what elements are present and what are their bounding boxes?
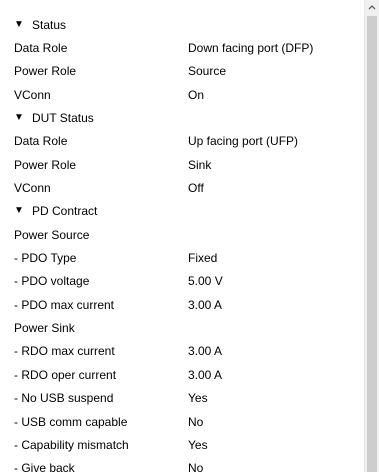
triangle-down-icon[interactable]: ▼ xyxy=(14,113,24,123)
group-power-sink-header: Power Sink xyxy=(0,316,365,339)
chevron-up-icon xyxy=(368,5,376,10)
property-value: Fixed xyxy=(188,251,218,266)
property-row: - PDO max current 3.00 A xyxy=(0,293,365,316)
section-title: PD Contract xyxy=(32,204,98,219)
property-row: - USB comm capable No xyxy=(0,410,365,433)
property-row: - RDO oper current 3.00 A xyxy=(0,363,365,386)
property-row: Data Role Up facing port (UFP) xyxy=(0,130,365,153)
property-key: - PDO Type xyxy=(14,251,77,266)
property-value: 3.00 A xyxy=(188,367,223,382)
property-value: No xyxy=(188,461,204,472)
property-key: VConn xyxy=(14,87,51,102)
property-key: Power Role xyxy=(14,157,77,172)
property-value: 3.00 A xyxy=(188,344,223,359)
scrollbar-thumb[interactable] xyxy=(367,16,377,472)
triangle-down-icon[interactable]: ▼ xyxy=(14,19,24,30)
section-title: Status xyxy=(32,17,67,32)
property-value: Yes xyxy=(188,437,208,452)
scroll-up-button[interactable] xyxy=(365,0,379,14)
property-value: 3.00 A xyxy=(188,297,223,312)
property-value: On xyxy=(188,87,205,102)
property-row: VConn On xyxy=(0,83,365,106)
property-key: - RDO oper current xyxy=(14,367,117,382)
property-value: Off xyxy=(188,181,204,196)
property-row: Power Role Sink xyxy=(0,153,365,176)
property-row: - Give back No xyxy=(0,457,365,472)
section-dut-status-header[interactable]: ▼ DUT Status xyxy=(0,106,365,129)
property-key: - USB comm capable xyxy=(14,414,128,429)
property-row: - PDO Type Fixed xyxy=(0,246,365,269)
property-row: VConn Off xyxy=(0,176,365,199)
property-tree: ▼ Status Data Role Down facing port (DFP… xyxy=(0,13,365,472)
property-value: Up facing port (UFP) xyxy=(188,134,299,149)
property-key: - PDO voltage xyxy=(14,274,90,289)
property-key: - RDO max current xyxy=(14,344,115,359)
group-title: Power Source xyxy=(14,227,90,242)
property-value: Yes xyxy=(188,391,208,406)
section-status-header[interactable]: ▼ Status xyxy=(0,13,365,36)
property-key: - Give back xyxy=(14,461,75,472)
property-row: Data Role Down facing port (DFP) xyxy=(0,36,365,59)
property-value: Sink xyxy=(188,157,212,172)
section-pd-contract-header[interactable]: ▼ PD Contract xyxy=(0,200,365,223)
property-row: - No USB suspend Yes xyxy=(0,387,365,410)
property-value: 5.00 V xyxy=(188,274,223,289)
property-value: Down facing port (DFP) xyxy=(188,41,314,56)
properties-panel: ▼ Status Data Role Down facing port (DFP… xyxy=(0,0,365,472)
section-title: DUT Status xyxy=(32,111,94,126)
property-key: - PDO max current xyxy=(14,297,115,312)
property-row: - PDO voltage 5.00 V xyxy=(0,270,365,293)
group-power-source-header: Power Source xyxy=(0,223,365,246)
property-row: - RDO max current 3.00 A xyxy=(0,340,365,363)
property-key: Power Role xyxy=(14,64,77,79)
property-key: - Capability mismatch xyxy=(14,437,129,452)
property-key: Data Role xyxy=(14,41,68,56)
property-row: Power Role Source xyxy=(0,60,365,83)
property-key: - No USB suspend xyxy=(14,391,114,406)
triangle-down-icon[interactable]: ▼ xyxy=(14,206,24,216)
vertical-scrollbar[interactable] xyxy=(364,0,379,472)
property-value: Source xyxy=(188,64,227,79)
group-title: Power Sink xyxy=(14,321,75,336)
property-value: No xyxy=(188,414,204,429)
property-row: - Capability mismatch Yes xyxy=(0,433,365,456)
property-key: VConn xyxy=(14,181,51,196)
property-key: Data Role xyxy=(14,134,68,149)
